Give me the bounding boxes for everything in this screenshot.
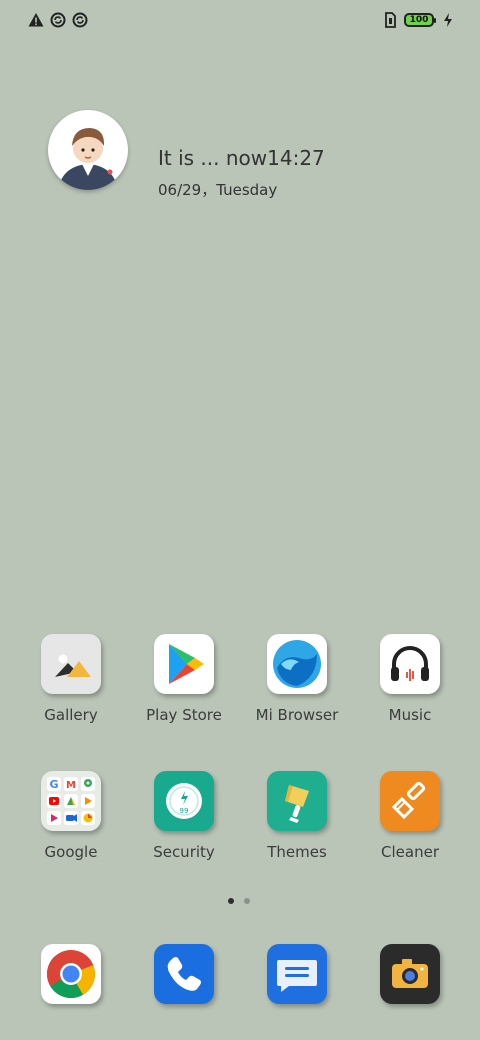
app-label: Mi Browser	[255, 706, 339, 724]
dock-camera[interactable]	[360, 944, 460, 1004]
battery-level: 100	[409, 14, 429, 25]
camera-icon	[380, 944, 440, 1004]
sync-icon	[72, 12, 88, 28]
greeting-widget[interactable]: It is ... now14:27 06/29，Tuesday	[48, 110, 448, 210]
chrome-icon	[41, 944, 101, 1004]
gallery-icon	[41, 634, 101, 694]
svg-text:M: M	[66, 780, 76, 791]
page-dot-active[interactable]	[228, 898, 234, 904]
cleaner-icon	[380, 771, 440, 831]
phone-icon	[154, 944, 214, 1004]
app-play-store[interactable]: Play Store	[134, 634, 234, 724]
dock-chrome[interactable]	[21, 944, 121, 1004]
battery-indicator: 100	[404, 13, 436, 27]
mi-browser-icon	[267, 634, 327, 694]
app-google-folder[interactable]: G M Google	[21, 771, 121, 861]
app-label: Google	[44, 843, 98, 861]
app-label: Music	[388, 706, 432, 724]
status-bar-right: 100	[382, 12, 456, 28]
charging-icon	[444, 13, 452, 27]
app-mi-browser[interactable]: Mi Browser	[247, 634, 347, 724]
date-label: 06/29，Tuesday	[158, 181, 278, 199]
sim-card-icon	[385, 12, 396, 28]
app-label: Security	[153, 843, 215, 861]
warning-icon	[28, 13, 44, 27]
messages-icon	[267, 944, 327, 1004]
play-store-icon	[154, 634, 214, 694]
status-bar-left	[28, 12, 88, 28]
security-icon: 99	[154, 771, 214, 831]
status-bar: 100	[0, 0, 480, 42]
dock-phone[interactable]	[134, 944, 234, 1004]
app-gallery[interactable]: Gallery	[21, 634, 121, 724]
app-music[interactable]: Music	[360, 634, 460, 724]
avatar[interactable]	[48, 110, 128, 190]
app-themes[interactable]: Themes	[247, 771, 347, 861]
app-label: Themes	[267, 843, 327, 861]
sync-icon	[50, 12, 66, 28]
app-cleaner[interactable]: Cleaner	[360, 771, 460, 861]
app-label: Play Store	[146, 706, 222, 724]
dock-messages[interactable]	[247, 944, 347, 1004]
app-label: Cleaner	[381, 843, 439, 861]
page-dot[interactable]	[244, 898, 250, 904]
app-label: Gallery	[44, 706, 98, 724]
themes-icon	[267, 771, 327, 831]
app-security[interactable]: 99 Security	[134, 771, 234, 861]
google-folder-icon: G M	[41, 771, 101, 831]
page-indicator	[228, 898, 250, 904]
svg-text:99: 99	[180, 807, 189, 815]
music-icon	[380, 634, 440, 694]
avatar-illustration	[50, 112, 126, 190]
greeting-time: It is ... now14:27	[158, 146, 325, 170]
svg-text:G: G	[49, 778, 58, 791]
